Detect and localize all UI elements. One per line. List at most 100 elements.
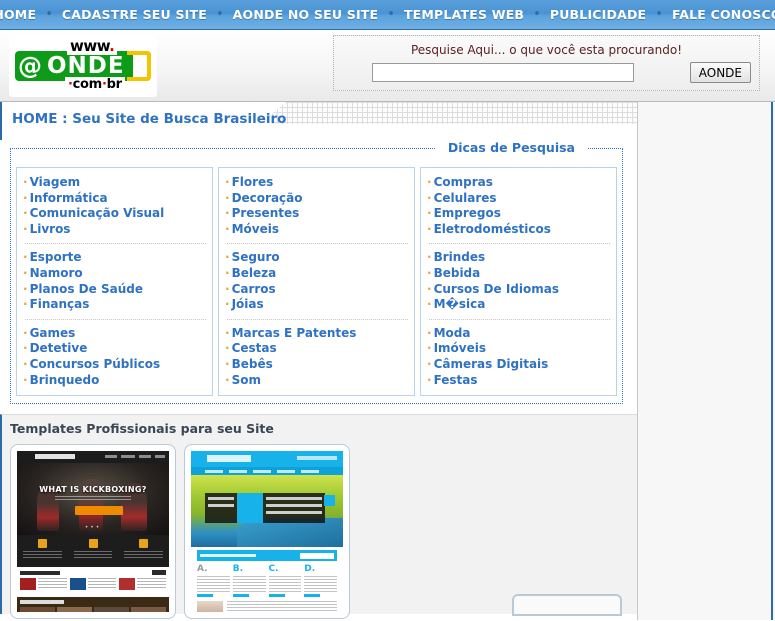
thumb-news-header bbox=[20, 570, 166, 576]
thumb-features bbox=[17, 535, 169, 568]
category-link-compras[interactable]: · Compras bbox=[427, 175, 612, 191]
category-link-namoro[interactable]: · Namoro bbox=[23, 266, 208, 282]
template-card-kickboxing[interactable]: WHAT IS KICKBOXING? ••• bbox=[10, 444, 176, 620]
category-link-concursos-publicos[interactable]: · Concursos Públicos bbox=[23, 357, 208, 373]
category-group: · Games · Detetive · Concursos Públicos · Br… bbox=[23, 325, 208, 389]
category-link-comunicacao-visual[interactable]: · Comunicação Visual bbox=[23, 206, 208, 222]
category-link-brinquedo[interactable]: · Brinquedo bbox=[23, 373, 208, 389]
thumb-hero-accent-square bbox=[324, 495, 335, 507]
nav-separator-bullet-icon: • bbox=[45, 7, 53, 22]
category-link-beleza[interactable]: · Beleza bbox=[225, 266, 410, 282]
category-link-carros[interactable]: · Carros bbox=[225, 282, 410, 298]
thumb-news-item bbox=[69, 578, 117, 591]
logo-domain-suffix: ·com·br bbox=[65, 76, 125, 92]
category-link-seguro[interactable]: · Seguro bbox=[225, 250, 410, 266]
thumb-brand-logo-icon bbox=[207, 455, 251, 463]
template-card-partial[interactable] bbox=[512, 594, 622, 617]
top-navigation-bar: HOME • CADASTRE SEU SITE • AONDE NO SEU … bbox=[0, 0, 775, 30]
category-link-detetive[interactable]: · Detetive bbox=[23, 341, 208, 357]
category-link-financas[interactable]: · Finanças bbox=[23, 297, 208, 313]
category-link-games[interactable]: · Games bbox=[23, 326, 208, 342]
thumb-card-line bbox=[208, 497, 234, 501]
category-link-celulares[interactable]: · Celulares bbox=[427, 191, 612, 207]
thumb-step-link bbox=[268, 594, 285, 598]
thumb-news-image bbox=[69, 578, 86, 591]
category-link-viagem[interactable]: · Viagem bbox=[23, 175, 208, 191]
thumb-steps-columns: A. B. C. D. bbox=[191, 561, 343, 598]
category-group: · Viagem · Informática · Comunicação Visual… bbox=[23, 174, 208, 238]
category-link-empregos[interactable]: · Empregos bbox=[427, 206, 612, 222]
nav-item-templates-web[interactable]: TEMPLATES WEB bbox=[402, 7, 526, 22]
nav-item-cadastre-seu-site[interactable]: CADASTRE SEU SITE bbox=[60, 7, 209, 22]
thumb-step-link bbox=[197, 594, 213, 598]
breadcrumb-grid-texture bbox=[272, 102, 637, 124]
thumb-hero-landscape bbox=[191, 475, 343, 548]
thumb-feature bbox=[17, 535, 68, 567]
templates-section-title: Templates Profissionais para seu Site bbox=[10, 421, 274, 437]
thumb-step: D. bbox=[304, 565, 337, 598]
category-divider bbox=[25, 243, 206, 245]
category-link-eletrodomesticos[interactable]: · Eletrodomésticos bbox=[427, 222, 612, 238]
thumb-headline: WHAT IS KICKBOXING? bbox=[39, 485, 147, 495]
category-link-cameras-digitais[interactable]: · Câmeras Digitais bbox=[427, 357, 612, 373]
nav-item-home[interactable]: HOME bbox=[0, 7, 38, 22]
nav-item-publicidade[interactable]: PUBLICIDADE bbox=[548, 7, 648, 22]
category-link-cursos-de-idiomas[interactable]: · Cursos De Idiomas bbox=[427, 282, 612, 298]
nav-separator-bullet-icon: • bbox=[387, 7, 395, 22]
template-card-immigration-consulting[interactable]: A. B. C. D. 800 123 1234 bbox=[184, 444, 350, 620]
category-link-moda[interactable]: · Moda bbox=[427, 326, 612, 342]
thumb-cta-button bbox=[75, 506, 123, 516]
thumb-news-item bbox=[119, 578, 167, 591]
thumb-feature-text bbox=[23, 551, 62, 561]
breadcrumb-bar: HOME : Seu Site de Busca Brasileiro bbox=[0, 102, 637, 140]
category-link-marcas-e-patentes[interactable]: · Marcas E Patentes bbox=[225, 326, 410, 342]
category-link-informatica[interactable]: · Informática bbox=[23, 191, 208, 207]
category-link-som[interactable]: · Som bbox=[225, 373, 410, 389]
logo-yellow-accent bbox=[127, 50, 151, 81]
logo-www-text: www. bbox=[67, 36, 118, 55]
category-link-livros[interactable]: · Livros bbox=[23, 222, 208, 238]
category-link-planos-de-saude[interactable]: · Planos De Saúde bbox=[23, 282, 208, 298]
search-tips-legend: Dicas de Pesquisa bbox=[435, 140, 587, 155]
thumb-search-bar bbox=[197, 550, 337, 562]
thumb-testimonial-text bbox=[227, 601, 337, 613]
thumb-card-line bbox=[266, 511, 322, 515]
nav-separator-bullet-icon: • bbox=[215, 7, 224, 22]
category-link-joias[interactable]: · Jóias bbox=[225, 297, 410, 313]
search-input[interactable] bbox=[372, 63, 634, 82]
category-link-cestas[interactable]: · Cestas bbox=[225, 341, 410, 357]
category-divider bbox=[429, 318, 610, 320]
thumb-navbar bbox=[17, 451, 169, 464]
thumb-step-text bbox=[268, 576, 302, 593]
search-submit-button[interactable]: AONDE bbox=[689, 62, 751, 83]
category-group: · Brindes · Bebida · Cursos De Idiomas · M�s… bbox=[427, 249, 612, 313]
site-logo[interactable]: www. @ ONDE ·com·br bbox=[9, 34, 157, 97]
category-link-festas[interactable]: · Festas bbox=[427, 373, 612, 389]
nav-item-fale-conosco[interactable]: FALE CONOSCO bbox=[670, 7, 775, 22]
search-row: AONDE bbox=[334, 62, 759, 83]
thumb-step-text bbox=[304, 576, 337, 593]
category-link-esporte[interactable]: · Esporte bbox=[23, 250, 208, 266]
thumb-feature-text bbox=[73, 551, 113, 561]
category-link-presentes[interactable]: · Presentes bbox=[225, 206, 410, 222]
category-link-bebes[interactable]: · Bebês bbox=[225, 357, 410, 373]
thumb-navbar bbox=[191, 467, 343, 476]
category-link-bebida[interactable]: · Bebida bbox=[427, 266, 612, 282]
category-link-flores[interactable]: · Flores bbox=[225, 175, 410, 191]
thumb-brand-logo-icon bbox=[35, 454, 75, 460]
thumb-hero-card bbox=[205, 493, 325, 524]
category-link-brindes[interactable]: · Brindes bbox=[427, 250, 612, 266]
thumb-step-letter: C. bbox=[268, 564, 279, 575]
category-link-imoveis[interactable]: · Imóveis bbox=[427, 341, 612, 357]
thumb-news-items bbox=[20, 578, 167, 591]
nav-item-aonde-no-seu-site[interactable]: AONDE NO SEU SITE bbox=[231, 7, 381, 22]
category-link-moveis[interactable]: · Móveis bbox=[225, 222, 410, 238]
category-link-musica[interactable]: · M�sica bbox=[427, 297, 612, 313]
category-group: · Moda · Imóveis · Câmeras Digitais · Festas bbox=[427, 325, 612, 389]
thumb-card-line bbox=[208, 504, 234, 508]
thumb-posts-section bbox=[17, 597, 169, 613]
category-link-decoracao[interactable]: · Decoração bbox=[225, 191, 410, 207]
template-thumbnail-immigration: A. B. C. D. 800 123 1234 bbox=[191, 451, 343, 613]
thumb-news-section bbox=[17, 567, 169, 598]
thumb-feature bbox=[118, 535, 169, 567]
